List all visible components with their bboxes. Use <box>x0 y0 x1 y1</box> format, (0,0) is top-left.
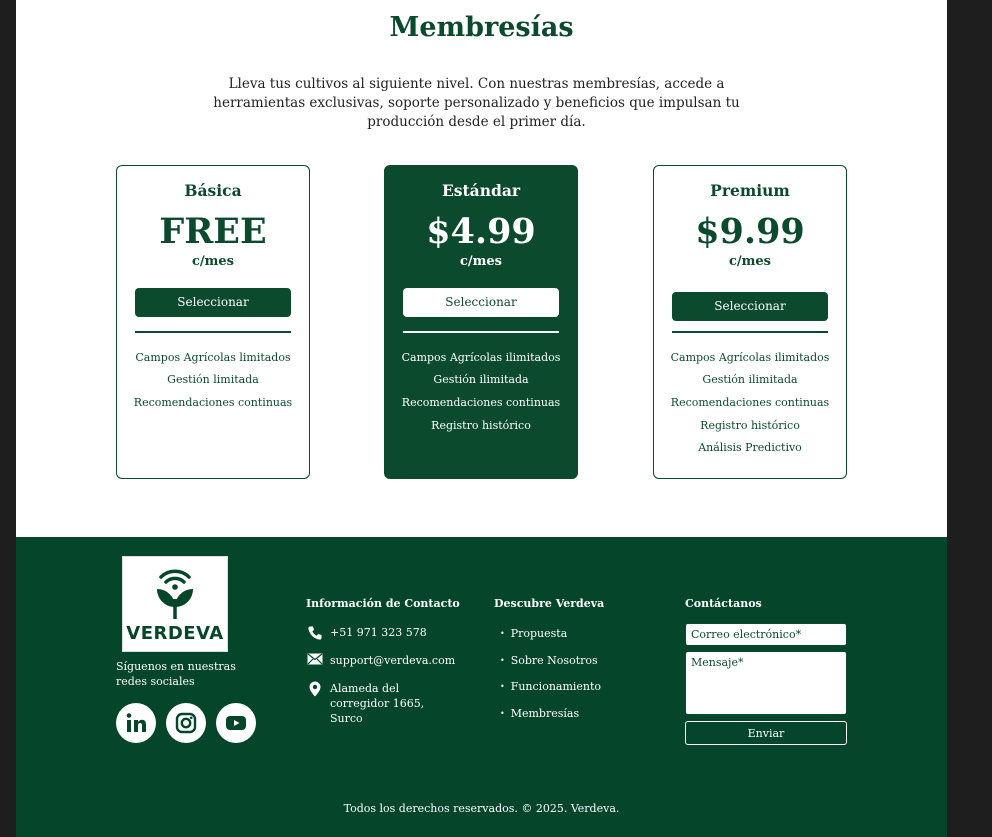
logo-wordmark: VERDEVA <box>126 623 224 644</box>
feature-list: Campos Agrícolas ilimitados Gestión ilim… <box>654 347 846 461</box>
feature-item: Registro histórico <box>700 418 800 432</box>
footer-link-membresias[interactable]: Membresías <box>500 707 579 720</box>
plan-name: Estándar <box>441 181 521 200</box>
address-text: Alameda del corregidor 1665, Surco <box>330 682 425 725</box>
feature-item: Registro histórico <box>431 418 531 432</box>
linkedin-icon[interactable] <box>116 703 156 743</box>
plan-price: $9.99 <box>695 211 805 252</box>
footer-link-funcionamiento[interactable]: Funcionamiento <box>500 680 601 693</box>
contact-form-title: Contáctanos <box>685 597 762 610</box>
email-field[interactable]: Correo electrónico* <box>685 623 847 646</box>
feature-item: Gestión ilimitada <box>702 373 798 387</box>
plan-card-estandar: Estándar $4.99 c/mes Seleccionar Campos … <box>384 165 578 479</box>
intro-text: Lleva tus cultivos al siguiente nivel. C… <box>213 76 740 130</box>
phone-icon <box>306 625 324 641</box>
footer-link-propuesta[interactable]: Propuesta <box>500 627 568 640</box>
plan-card-basica: Básica FREE c/mes Seleccionar Campos Agr… <box>116 165 310 479</box>
contact-email[interactable]: support@verdeva.com <box>306 653 455 668</box>
feature-item: Campos Agrícolas limitados <box>135 350 291 364</box>
instagram-icon[interactable] <box>166 703 206 743</box>
contact-info-title: Información de Contacto <box>306 597 460 610</box>
plan-name: Premium <box>710 181 790 200</box>
email-address: support@verdeva.com <box>330 654 456 667</box>
plan-card-premium: Premium $9.99 c/mes Seleccionar Campos A… <box>653 165 847 479</box>
feature-item: Gestión ilimitada <box>433 373 529 387</box>
feature-item: Campos Agrícolas ilimitados <box>401 350 561 364</box>
footer: VERDEVA Síguenos en nuestras redes socia… <box>16 537 947 837</box>
select-premium-button[interactable]: Seleccionar <box>672 292 828 321</box>
message-field[interactable]: Mensaje* <box>685 651 847 715</box>
plan-price: $4.99 <box>426 211 536 252</box>
divider <box>135 331 291 333</box>
youtube-icon[interactable] <box>216 703 256 743</box>
sprout-wifi-icon <box>157 569 193 619</box>
copyright-text: Todos los derechos reservados. © 2025. V… <box>343 802 620 815</box>
plan-name: Básica <box>184 181 242 200</box>
feature-item: Recomendaciones continuas <box>133 395 293 409</box>
feature-item: Campos Agrícolas ilimitados <box>670 350 830 364</box>
divider <box>403 331 559 333</box>
location-pin-icon <box>306 681 324 697</box>
plan-price: FREE <box>159 211 267 252</box>
discover-title: Descubre Verdeva <box>494 597 605 610</box>
verdeva-logo[interactable]: VERDEVA <box>122 556 228 652</box>
feature-list: Campos Agrícolas ilimitados Gestión ilim… <box>385 347 577 438</box>
footer-link-sobre-nosotros[interactable]: Sobre Nosotros <box>500 654 598 667</box>
feature-item: Recomendaciones continuas <box>670 395 830 409</box>
feature-list: Campos Agrícolas limitados Gestión limit… <box>117 347 309 415</box>
page: Membresías Lleva tus cultivos al siguien… <box>16 0 947 837</box>
select-basica-button[interactable]: Seleccionar <box>135 288 291 317</box>
plan-period: c/mes <box>191 254 234 269</box>
divider <box>672 331 828 333</box>
phone-number: +51 971 323 578 <box>330 626 427 639</box>
contact-address: Alameda del corregidor 1665, Surco <box>306 681 455 726</box>
contact-phone[interactable]: +51 971 323 578 <box>306 625 427 641</box>
plan-period: c/mes <box>459 254 502 269</box>
feature-item: Gestión limitada <box>167 373 259 387</box>
follow-text: Síguenos en nuestras redes sociales <box>116 660 236 688</box>
select-estandar-button[interactable]: Seleccionar <box>403 288 559 317</box>
feature-item: Recomendaciones continuas <box>401 395 561 409</box>
feature-item: Análisis Predictivo <box>698 441 802 455</box>
mail-icon <box>306 653 324 665</box>
send-button[interactable]: Enviar <box>685 721 847 745</box>
plan-period: c/mes <box>728 254 771 269</box>
page-title: Membresías <box>389 12 574 43</box>
